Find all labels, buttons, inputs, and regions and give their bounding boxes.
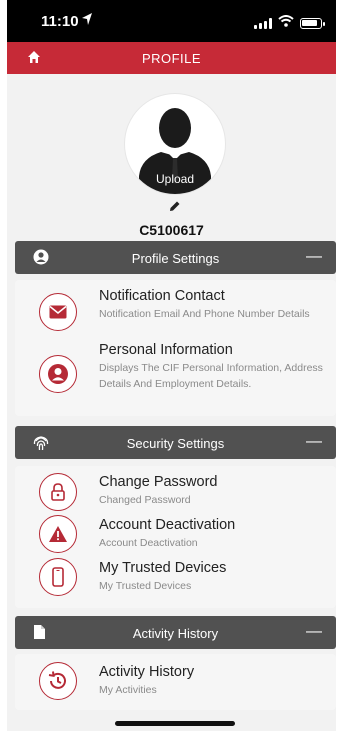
- item-description: Displays The CIF Personal Information, A…: [99, 362, 323, 390]
- status-time: 11:10: [41, 13, 79, 30]
- section-header-security-settings[interactable]: Security Settings —: [15, 426, 336, 459]
- lock-icon: [39, 473, 77, 511]
- status-bar: 11:10: [7, 0, 336, 42]
- section-title: Security Settings: [126, 436, 225, 451]
- profile-settings-list: Notification Contact Notification Email …: [15, 280, 336, 416]
- cellular-signal-icon: [254, 17, 272, 29]
- item-title: My Trusted Devices: [99, 560, 227, 576]
- item-description: Changed Password: [99, 494, 191, 506]
- phone-icon: [39, 558, 77, 596]
- item-description: Account Deactivation: [99, 537, 198, 549]
- customer-id: C5100617: [139, 222, 204, 238]
- section-title: Activity History: [132, 626, 219, 641]
- collapse-toggle[interactable]: —: [306, 623, 322, 641]
- item-title: Account Deactivation: [99, 517, 236, 533]
- item-description: Notification Email And Phone Number Deta…: [99, 308, 310, 320]
- section-header-activity-history[interactable]: Activity History —: [15, 616, 336, 649]
- battery-icon: [300, 17, 325, 29]
- collapse-toggle[interactable]: —: [306, 248, 322, 266]
- pencil-icon[interactable]: [169, 199, 181, 217]
- section-title: Profile Settings: [131, 251, 220, 266]
- activity-history-list: Activity History My Activities: [15, 654, 336, 710]
- envelope-icon: [39, 293, 77, 331]
- collapse-toggle[interactable]: —: [306, 433, 322, 451]
- history-icon: [39, 662, 77, 700]
- status-indicators: [254, 14, 325, 32]
- item-title: Change Password: [99, 474, 218, 490]
- profile-avatar[interactable]: Upload: [125, 94, 225, 194]
- section-header-profile-settings[interactable]: Profile Settings —: [15, 241, 336, 274]
- wifi-icon: [278, 14, 294, 32]
- user-circle-icon: [39, 355, 77, 393]
- app-header: PROFILE: [7, 42, 336, 74]
- page-title: PROFILE: [141, 51, 202, 66]
- item-title: Personal Information: [99, 342, 233, 358]
- upload-photo-label[interactable]: Upload: [125, 172, 225, 186]
- location-arrow-icon: [81, 12, 93, 31]
- item-description: My Trusted Devices: [99, 580, 192, 592]
- item-title: Notification Contact: [99, 288, 225, 304]
- warning-icon: [39, 515, 77, 553]
- item-description: My Activities: [99, 684, 157, 696]
- home-indicator[interactable]: [115, 721, 235, 726]
- screen: 11:10 PROFILE Upload C5100617 Profile Se…: [7, 0, 336, 731]
- security-settings-list: Change Password Changed Password Account…: [15, 466, 336, 608]
- item-title: Activity History: [99, 664, 195, 680]
